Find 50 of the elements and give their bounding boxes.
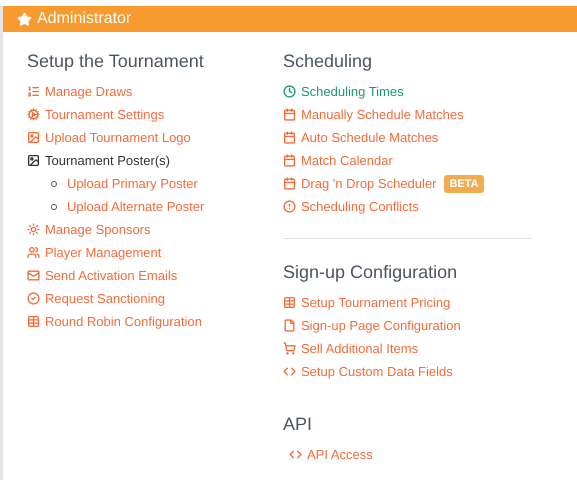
panel-title: Administrator [37, 9, 132, 29]
menu-link[interactable]: Match Calendar [301, 150, 393, 170]
section-heading: API [283, 413, 314, 436]
bullet-icon [51, 180, 57, 186]
section-heading: Sign-up Configuration [283, 261, 458, 284]
image-icon [27, 131, 40, 144]
menu-link[interactable]: Sell Additional Items [301, 338, 418, 358]
menu-link[interactable]: Upload Tournament Logo [45, 128, 191, 148]
menu-link[interactable]: Request Sanctioning [45, 288, 165, 308]
menu-link[interactable]: Upload Alternate Poster [67, 196, 204, 216]
clock-icon [283, 85, 296, 98]
file-icon [283, 319, 296, 332]
code-icon [289, 448, 302, 461]
calendar-icon [283, 154, 296, 167]
menu-link[interactable]: Setup Custom Data Fields [301, 362, 453, 382]
calendar-icon [283, 131, 296, 144]
menu-label: Tournament Poster(s) [45, 152, 170, 170]
menu-link[interactable]: Drag 'n Drop Scheduler [301, 174, 436, 194]
section-heading: Setup the Tournament [27, 50, 205, 73]
users-icon [27, 246, 40, 259]
gear-icon [27, 108, 40, 121]
menu-link[interactable]: Manage Draws [45, 82, 132, 102]
menu-link[interactable]: API Access [307, 444, 373, 464]
menu-link[interactable]: Setup Tournament Pricing [301, 292, 450, 312]
menu-link[interactable]: Manually Schedule Matches [301, 104, 464, 124]
menu-link[interactable]: Send Activation Emails [45, 266, 178, 286]
menu-link[interactable]: Scheduling Conflicts [301, 196, 419, 216]
star-icon [17, 12, 32, 26]
menu-link[interactable]: Manage Sponsors [45, 220, 151, 240]
code-icon [283, 365, 296, 378]
menu-link[interactable]: Tournament Settings [45, 104, 164, 124]
section-heading: Scheduling [283, 50, 374, 73]
image-icon [27, 154, 40, 167]
cart-icon [283, 342, 296, 355]
menu-link[interactable]: Scheduling Times [301, 82, 404, 102]
bullet-icon [51, 204, 57, 210]
menu-link[interactable]: Auto Schedule Matches [301, 128, 438, 148]
menu-link[interactable]: Player Management [45, 242, 162, 262]
list-icon [27, 85, 40, 98]
beta-badge: BETA [444, 174, 484, 192]
table-icon [283, 296, 296, 309]
check-circle-icon [27, 292, 40, 305]
menu-link[interactable]: Sign-up Page Configuration [301, 316, 461, 336]
menu-link[interactable]: Upload Primary Poster [67, 174, 198, 194]
calendar-icon [283, 177, 296, 190]
calendar-icon [283, 108, 296, 121]
table-icon [27, 315, 40, 328]
alert-icon [283, 200, 296, 213]
menu-link[interactable]: Round Robin Configuration [45, 312, 202, 332]
envelope-icon [27, 269, 40, 282]
